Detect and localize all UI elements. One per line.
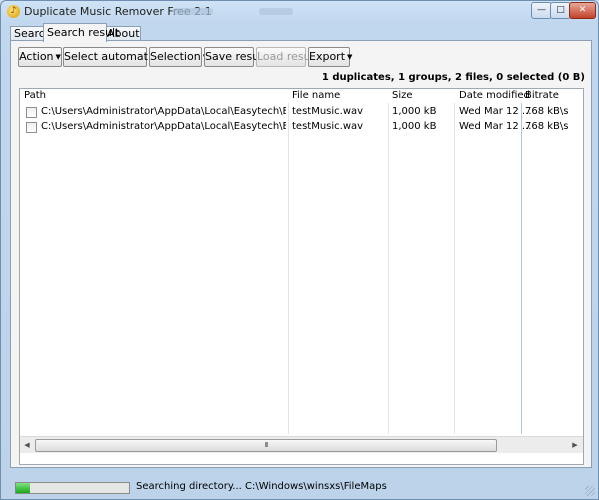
column-header-size[interactable]: Size: [392, 90, 413, 101]
export-label: Export: [309, 50, 346, 63]
selection-menu-button[interactable]: Selection▼: [149, 47, 208, 67]
row-date-modified: Wed Mar 12 ...: [459, 121, 532, 132]
row-bitrate: 768 kB\s: [525, 121, 569, 132]
maximize-button[interactable]: □: [550, 2, 571, 19]
scrollbar-thumb[interactable]: III: [35, 439, 497, 452]
scroll-right-icon[interactable]: ▶: [569, 440, 581, 450]
table-row[interactable]: C:\Users\Administrator\AppData\Local\Eas…: [20, 120, 583, 135]
save-result-button[interactable]: Save result: [204, 47, 267, 67]
results-table[interactable]: Path File name Size Date modified Bitrat…: [19, 88, 584, 465]
action-label: Action: [19, 50, 54, 63]
column-divider: [288, 89, 289, 434]
row-checkbox[interactable]: [26, 122, 37, 133]
export-menu-button[interactable]: Export ▼: [308, 47, 353, 67]
column-divider: [521, 89, 522, 434]
close-button[interactable]: ✕: [569, 2, 596, 19]
search-result-panel: Action▼ Select automatically Selection▼ …: [10, 40, 592, 468]
load-result-button: Load result: [256, 47, 318, 67]
column-header-bitrate[interactable]: Bitrate: [525, 90, 559, 101]
row-checkbox[interactable]: [26, 107, 37, 118]
row-file-name: testMusic.wav: [292, 121, 364, 132]
action-menu-button[interactable]: Action ▼: [18, 47, 62, 67]
minimize-button[interactable]: —: [531, 2, 552, 19]
row-file-name: testMusic.wav: [292, 106, 364, 117]
title-bar-blur: [259, 8, 293, 15]
column-header-file-name[interactable]: File name: [292, 90, 340, 101]
table-header: Path File name Size Date modified Bitrat…: [20, 89, 583, 103]
row-size: 1,000 kB: [392, 121, 437, 132]
row-path: C:\Users\Administrator\AppData\Local\Eas…: [41, 106, 286, 117]
chevron-down-icon: ▼: [347, 53, 353, 61]
row-date-modified: Wed Mar 12 ...: [459, 106, 532, 117]
app-logo-icon: ♪: [7, 5, 20, 18]
column-header-date-modified[interactable]: Date modified: [459, 90, 530, 101]
tab-search-result[interactable]: Search result: [43, 23, 119, 42]
title-bar[interactable]: ♪ Duplicate Music Remover Free 2.1 — □ ✕: [1, 1, 598, 23]
title-bar-blur: [173, 8, 213, 15]
row-size: 1,000 kB: [392, 106, 437, 117]
app-window: ♪ Duplicate Music Remover Free 2.1 — □ ✕…: [0, 0, 599, 500]
horizontal-scrollbar[interactable]: ◀ III ▶: [20, 436, 583, 453]
chevron-down-icon: ▼: [55, 53, 61, 61]
select-automatically-button[interactable]: Select automatically: [63, 47, 176, 67]
selection-label: Selection: [150, 50, 201, 63]
results-summary: 1 duplicates, 1 groups, 2 files, 0 selec…: [321, 72, 585, 83]
row-path: C:\Users\Administrator\AppData\Local\Eas…: [41, 121, 286, 132]
resize-grip-icon[interactable]: [585, 486, 595, 496]
table-row[interactable]: C:\Users\Administrator\AppData\Local\Eas…: [20, 105, 583, 120]
column-divider: [388, 89, 389, 434]
column-divider: [454, 89, 455, 434]
status-text: Searching directory... C:\Windows\winsxs…: [136, 481, 387, 492]
column-header-path[interactable]: Path: [24, 90, 46, 101]
row-bitrate: 768 kB\s: [525, 106, 569, 117]
status-bar: Searching directory... C:\Windows\winsxs…: [1, 475, 598, 499]
scroll-left-icon[interactable]: ◀: [21, 440, 33, 450]
progress-fill: [16, 483, 30, 493]
search-progress-bar: [15, 482, 130, 494]
